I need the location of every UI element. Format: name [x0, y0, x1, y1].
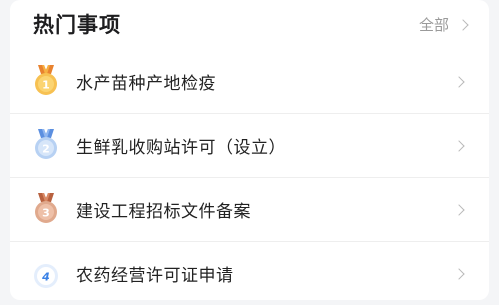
- list-item-label: 水产苗种产地检疫: [76, 74, 216, 94]
- view-all-link[interactable]: 全部: [418, 14, 469, 35]
- view-all-label: 全部: [418, 16, 449, 34]
- card-header: 热门事项 全部: [10, 0, 489, 52]
- list-item[interactable]: 2 生鲜乳收购站许可（设立）: [10, 113, 489, 177]
- rank-number: 1: [42, 79, 50, 92]
- chevron-right-icon: [453, 204, 465, 216]
- list-item[interactable]: 3 建设工程招标文件备案: [10, 177, 489, 241]
- chevron-right-icon: [453, 140, 465, 152]
- section-title: 热门事项: [33, 13, 121, 37]
- list-item-label: 农药经营许可证申请: [76, 266, 234, 286]
- rank-number: 2: [42, 143, 50, 156]
- silver-medal-icon: 2: [32, 128, 60, 162]
- bronze-medal-icon: 3: [32, 192, 60, 226]
- list-item[interactable]: 1 水产苗种产地检疫: [10, 50, 489, 113]
- rank-four-badge-icon: 4: [32, 256, 60, 290]
- gold-medal-icon: 1: [32, 64, 60, 98]
- chevron-right-icon: [453, 76, 465, 88]
- chevron-right-icon: [453, 268, 465, 280]
- hot-items-list: 1 水产苗种产地检疫 2 生鲜乳收购站许可（设立） 3 建设工程招标文件备案 4…: [10, 50, 489, 305]
- list-item-label: 生鲜乳收购站许可（设立）: [76, 138, 286, 158]
- list-item-label: 建设工程招标文件备案: [76, 202, 251, 222]
- hot-items-card: 热门事项 全部 1 水产苗种产地检疫 2 生鲜乳收购站许可（设立） 3 建设工程…: [10, 0, 489, 300]
- list-item[interactable]: 4 农药经营许可证申请: [10, 241, 489, 305]
- rank-number: 3: [42, 207, 50, 220]
- chevron-right-icon: [457, 18, 469, 31]
- rank-number: 4: [41, 271, 50, 284]
